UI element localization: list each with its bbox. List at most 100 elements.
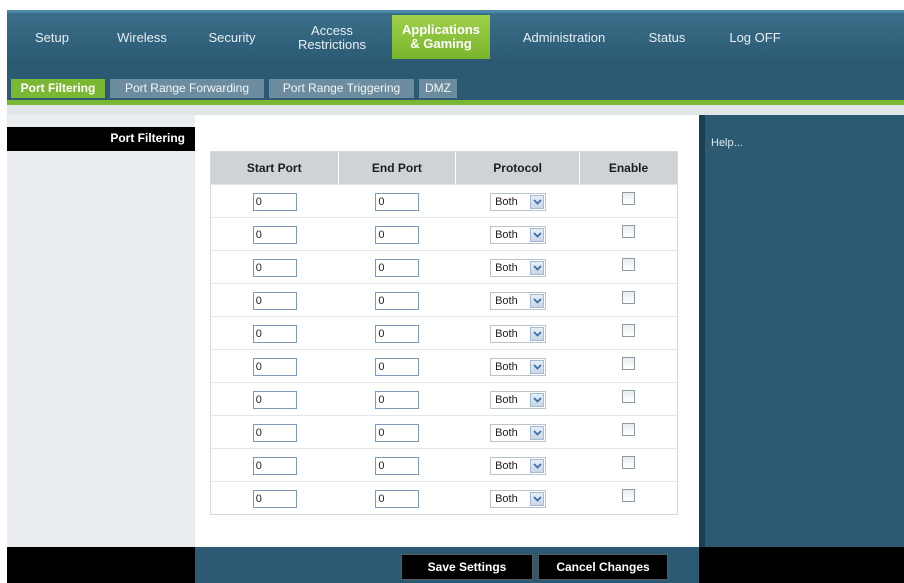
- end-port-input[interactable]: [375, 456, 420, 475]
- protocol-select[interactable]: Both: [490, 489, 547, 508]
- end-port-input[interactable]: [375, 390, 420, 409]
- table-row: Both: [211, 184, 677, 217]
- enable-checkbox[interactable]: [622, 423, 635, 436]
- end-port-input[interactable]: [375, 225, 420, 244]
- save-settings-button[interactable]: Save Settings: [401, 554, 533, 580]
- chevron-down-icon: [530, 425, 545, 440]
- enable-cell: [580, 217, 677, 250]
- protocol-value: Both: [495, 360, 518, 373]
- start-port-cell: [211, 382, 339, 415]
- end-port-cell: [338, 184, 457, 217]
- tab-dmz[interactable]: DMZ: [419, 79, 457, 98]
- tab-port-filtering[interactable]: Port Filtering: [11, 79, 105, 98]
- end-port-input[interactable]: [375, 357, 420, 376]
- sub-tab-bar: Port Filtering Port Range Forwarding Por…: [7, 62, 904, 100]
- enable-checkbox[interactable]: [622, 225, 635, 238]
- protocol-select[interactable]: Both: [490, 390, 547, 409]
- enable-checkbox[interactable]: [622, 489, 635, 502]
- end-port-input[interactable]: [375, 192, 420, 211]
- end-port-input[interactable]: [375, 423, 420, 442]
- protocol-cell: Both: [456, 349, 580, 382]
- table-row: Both: [211, 250, 677, 283]
- protocol-select[interactable]: Both: [490, 291, 547, 310]
- end-port-cell: [338, 349, 457, 382]
- help-link[interactable]: Help...: [711, 137, 743, 149]
- protocol-cell: Both: [456, 217, 580, 250]
- end-port-input[interactable]: [375, 258, 420, 277]
- nav-wireless[interactable]: Wireless: [107, 13, 177, 62]
- end-port-input[interactable]: [375, 324, 420, 343]
- sidebar: Port Filtering: [7, 115, 195, 547]
- protocol-value: Both: [495, 393, 518, 406]
- start-port-cell: [211, 184, 339, 217]
- protocol-value: Both: [495, 261, 518, 274]
- protocol-select[interactable]: Both: [490, 225, 547, 244]
- table-row: Both: [211, 349, 677, 382]
- enable-checkbox[interactable]: [622, 258, 635, 271]
- nav-applications-gaming[interactable]: Applications & Gaming: [392, 15, 490, 59]
- protocol-select[interactable]: Both: [490, 324, 547, 343]
- enable-cell: [580, 448, 677, 481]
- protocol-select[interactable]: Both: [490, 357, 547, 376]
- tab-port-range-forwarding[interactable]: Port Range Forwarding: [110, 79, 264, 98]
- table-row: Both: [211, 217, 677, 250]
- start-port-input[interactable]: [252, 456, 297, 475]
- enable-checkbox[interactable]: [622, 192, 635, 205]
- protocol-select[interactable]: Both: [490, 423, 547, 442]
- end-port-cell: [338, 250, 457, 283]
- start-port-cell: [211, 448, 339, 481]
- enable-checkbox[interactable]: [622, 291, 635, 304]
- top-navigation: Setup Wireless Security Access Restricti…: [7, 10, 904, 62]
- nav-access-restrictions[interactable]: Access Restrictions: [287, 13, 377, 62]
- protocol-value: Both: [495, 294, 518, 307]
- protocol-select[interactable]: Both: [490, 192, 547, 211]
- cancel-changes-button[interactable]: Cancel Changes: [538, 554, 668, 580]
- table-row: Both: [211, 382, 677, 415]
- start-port-input[interactable]: [252, 225, 297, 244]
- enable-checkbox[interactable]: [622, 324, 635, 337]
- end-port-input[interactable]: [375, 489, 420, 508]
- chevron-down-icon: [530, 293, 545, 308]
- protocol-cell: Both: [456, 283, 580, 316]
- nav-security[interactable]: Security: [197, 13, 267, 62]
- nav-log-off[interactable]: Log OFF: [725, 13, 785, 62]
- nav-administration[interactable]: Administration: [512, 13, 616, 62]
- start-port-input[interactable]: [252, 489, 297, 508]
- protocol-select[interactable]: Both: [490, 258, 547, 277]
- start-port-input[interactable]: [252, 423, 297, 442]
- enable-cell: [580, 349, 677, 382]
- start-port-cell: [211, 217, 339, 250]
- enable-cell: [580, 415, 677, 448]
- chevron-down-icon: [530, 359, 545, 374]
- nav-setup[interactable]: Setup: [27, 13, 77, 62]
- start-port-cell: [211, 481, 339, 514]
- column-header-protocol: Protocol: [456, 152, 580, 184]
- start-port-cell: [211, 283, 339, 316]
- protocol-select[interactable]: Both: [490, 456, 547, 475]
- end-port-cell: [338, 316, 457, 349]
- enable-cell: [580, 283, 677, 316]
- start-port-cell: [211, 316, 339, 349]
- end-port-cell: [338, 481, 457, 514]
- footer-left-bar: [7, 547, 195, 583]
- start-port-cell: [211, 250, 339, 283]
- enable-checkbox[interactable]: [622, 390, 635, 403]
- chevron-down-icon: [530, 260, 545, 275]
- tab-port-range-triggering[interactable]: Port Range Triggering: [269, 79, 414, 98]
- enable-checkbox[interactable]: [622, 456, 635, 469]
- start-port-input[interactable]: [252, 324, 297, 343]
- chevron-down-icon: [530, 392, 545, 407]
- nav-status[interactable]: Status: [642, 13, 692, 62]
- start-port-input[interactable]: [252, 258, 297, 277]
- end-port-input[interactable]: [375, 291, 420, 310]
- start-port-input[interactable]: [252, 390, 297, 409]
- chevron-down-icon: [530, 227, 545, 242]
- sidebar-section-title: Port Filtering: [7, 127, 195, 151]
- port-filter-table: Start Port End Port Protocol Enable Both…: [210, 151, 678, 515]
- start-port-input[interactable]: [252, 192, 297, 211]
- start-port-cell: [211, 415, 339, 448]
- enable-checkbox[interactable]: [622, 357, 635, 370]
- start-port-input[interactable]: [252, 291, 297, 310]
- table-row: Both: [211, 481, 677, 514]
- start-port-input[interactable]: [252, 357, 297, 376]
